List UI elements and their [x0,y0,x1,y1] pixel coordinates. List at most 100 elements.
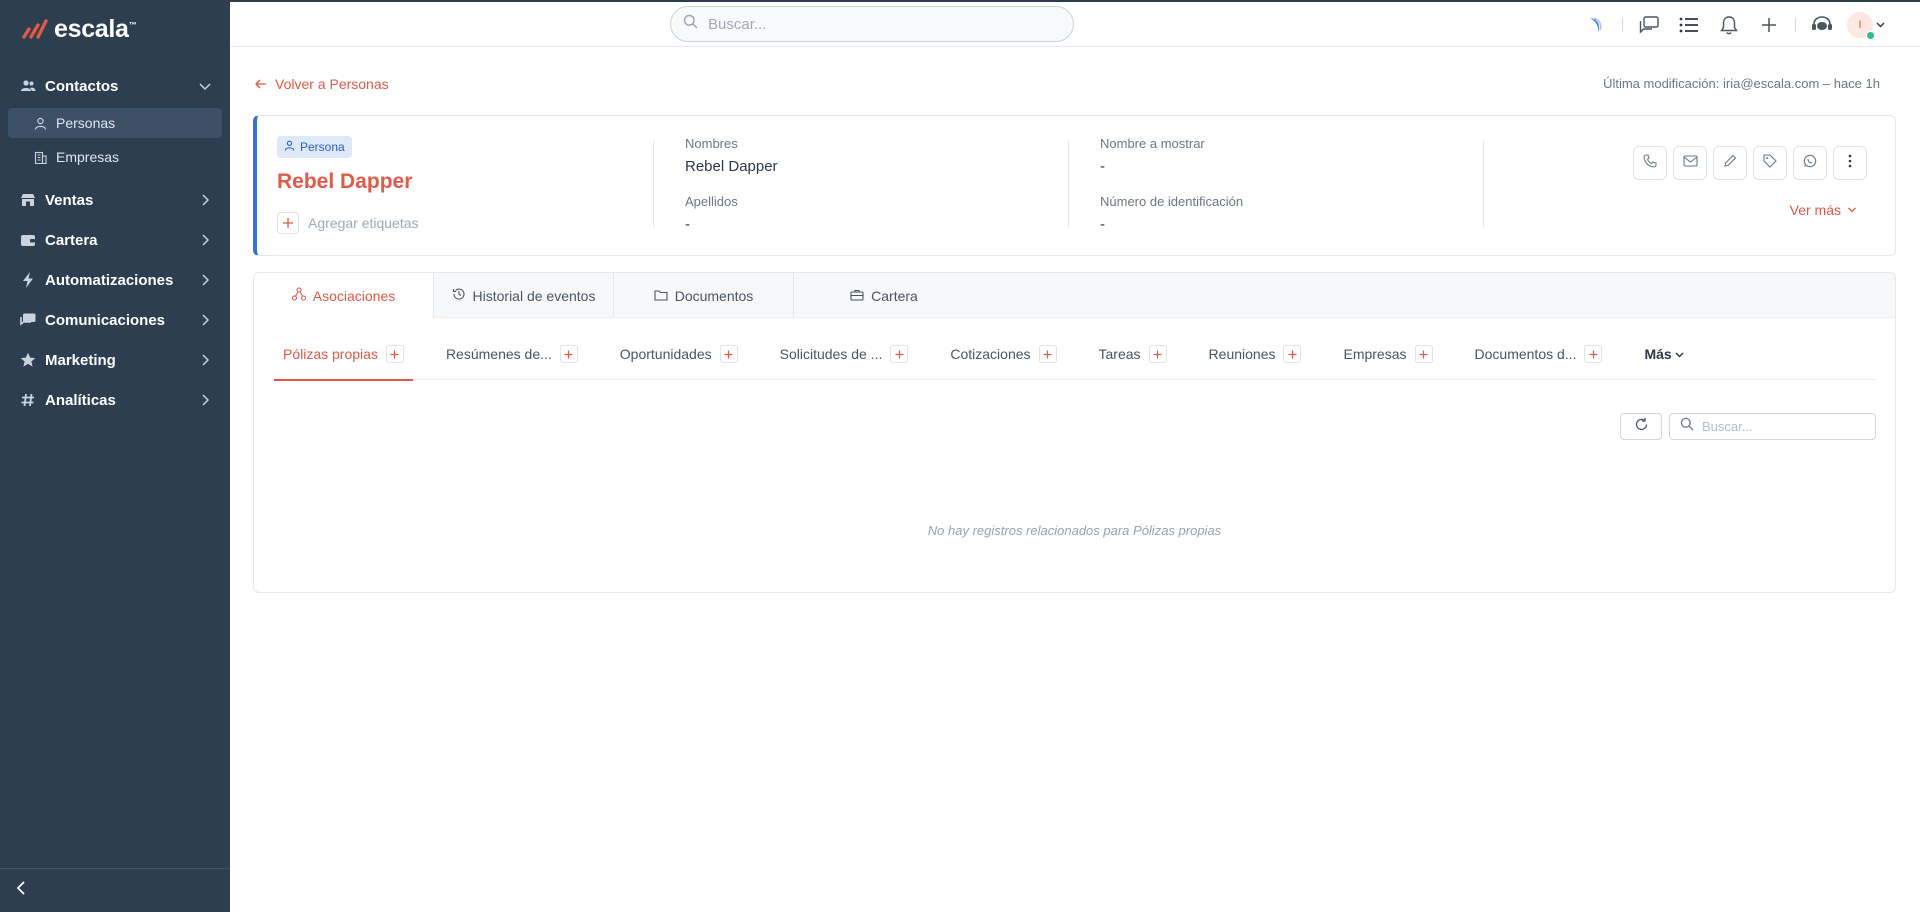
record-actions [1633,146,1867,180]
main-tabs: Asociaciones Historial de eventos Docume… [254,273,1895,318]
chevron-right-icon [198,353,212,367]
call-button[interactable] [1633,146,1667,180]
subtab-label: Resúmenes de... [445,345,552,362]
plus-icon [277,212,299,234]
collapse-sidebar-button[interactable] [0,868,230,912]
tab-historial-eventos[interactable]: Historial de eventos [434,273,614,318]
sidebar-group-label: Ventas [45,191,94,209]
subtab-documentos[interactable]: Documentos d... [1466,328,1612,380]
search-icon [1680,417,1694,436]
add-documentos-button[interactable] [1584,344,1603,363]
subtab-label: Reuniones [1208,345,1276,362]
record-title: Rebel Dapper [277,170,413,193]
escala-logo-icon [22,19,48,39]
subtab-mas-dropdown[interactable]: Más [1635,328,1692,380]
tab-asociaciones[interactable]: Asociaciones [254,273,434,318]
tab-label: Documentos [674,287,754,304]
building-icon [34,150,48,164]
task-list-icon[interactable] [1669,11,1709,39]
plus-icon [1153,346,1162,362]
sidebar-group-contactos[interactable]: Contactos [0,66,230,106]
plus-icon[interactable] [1749,11,1789,39]
plus-icon [1589,346,1598,362]
avatar: I [1847,12,1875,40]
add-tags-button[interactable]: Agregar etiquetas [277,212,419,234]
record-header-card: Persona Rebel Dapper Agregar etiquetas N… [253,115,1896,256]
sidebar-group-marketing[interactable]: Marketing [0,340,230,380]
bell-icon[interactable] [1709,11,1749,39]
subtab-label: Empresas [1343,345,1407,362]
sidebar-group-analiticas[interactable]: Analíticas [0,380,230,420]
tab-documentos[interactable]: Documentos [614,273,794,318]
sidebar-item-label: Personas [56,115,116,131]
tag-button[interactable] [1753,146,1787,180]
subtab-oportunidades[interactable]: Oportunidades [611,328,747,380]
chevron-right-icon [198,233,212,247]
subtab-reuniones[interactable]: Reuniones [1200,328,1311,380]
add-oportunidades-button[interactable] [719,344,738,363]
chevron-right-icon [198,273,212,287]
subtab-label: Pólizas propias [283,345,378,362]
more-actions-button[interactable] [1833,146,1867,180]
add-polizas-button[interactable] [385,344,404,363]
add-reuniones-button[interactable] [1283,344,1302,363]
subtab-polizas-propias[interactable]: Pólizas propias [274,328,413,381]
folder-icon [654,288,668,304]
ai-assistant-icon[interactable] [1576,11,1616,39]
card-divider [1483,140,1484,228]
card-divider [653,140,654,228]
search-icon [683,14,698,34]
plus-icon [390,346,399,362]
global-search[interactable] [670,6,1074,42]
online-status-dot [1866,31,1875,40]
sidebar-group-label: Marketing [45,351,116,369]
tab-label: Cartera [871,287,918,304]
brand-logo[interactable]: escala™ [22,14,137,44]
whatsapp-button[interactable] [1793,146,1827,180]
sidebar-group-comunicaciones[interactable]: Comunicaciones [0,300,230,340]
add-solicitudes-button[interactable] [890,344,909,363]
sidebar-subnav-contactos: Personas Empresas [0,106,230,180]
table-search-input[interactable] [1702,419,1872,434]
record-type-label: Persona [300,140,345,154]
back-link-label: Volver a Personas [275,76,389,92]
sidebar-group-cartera[interactable]: Cartera [0,220,230,260]
messages-icon[interactable] [1629,11,1669,39]
record-type-badge: Persona [277,136,352,158]
tab-cartera[interactable]: Cartera [794,273,974,318]
table-search[interactable] [1669,413,1876,440]
support-headset-icon[interactable] [1802,11,1842,39]
briefcase-icon [850,288,864,304]
sidebar-group-automatizaciones[interactable]: Automatizaciones [0,260,230,300]
user-menu[interactable]: I [1842,11,1890,40]
add-empresas-button[interactable] [1414,344,1433,363]
subtab-resumenes[interactable]: Resúmenes de... [437,328,587,380]
subtab-cotizaciones[interactable]: Cotizaciones [941,328,1065,380]
sidebar-item-empresas[interactable]: Empresas [8,142,222,172]
sidebar-nav: Contactos Personas Empresas Ventas Carte… [0,66,230,420]
back-to-personas-link[interactable]: Volver a Personas [255,76,389,92]
add-cotizaciones-button[interactable] [1038,344,1057,363]
ver-mas-toggle[interactable]: Ver más [1790,202,1857,218]
topbar-divider [1795,18,1796,32]
add-resumenes-button[interactable] [559,344,578,363]
sidebar-group-ventas[interactable]: Ventas [0,180,230,220]
whatsapp-icon [1803,154,1817,173]
chevron-down-icon [1876,16,1885,34]
refresh-button[interactable] [1620,413,1662,440]
email-button[interactable] [1673,146,1707,180]
edit-button[interactable] [1713,146,1747,180]
field-value-apellidos: - [685,216,690,233]
phone-icon [1643,153,1657,173]
sidebar: escala™ Contactos Personas Empresas Vent… [0,0,230,912]
global-search-input[interactable] [708,15,1048,33]
add-tags-label: Agregar etiquetas [308,215,419,231]
more-vertical-icon [1848,154,1852,173]
sidebar-item-personas[interactable]: Personas [8,108,222,138]
topbar-divider [1622,18,1623,32]
subtab-solicitudes[interactable]: Solicitudes de ... [771,328,918,380]
add-tareas-button[interactable] [1148,344,1167,363]
field-label-identificacion: Número de identificación [1100,194,1244,209]
subtab-empresas[interactable]: Empresas [1334,328,1441,380]
subtab-tareas[interactable]: Tareas [1090,328,1176,380]
